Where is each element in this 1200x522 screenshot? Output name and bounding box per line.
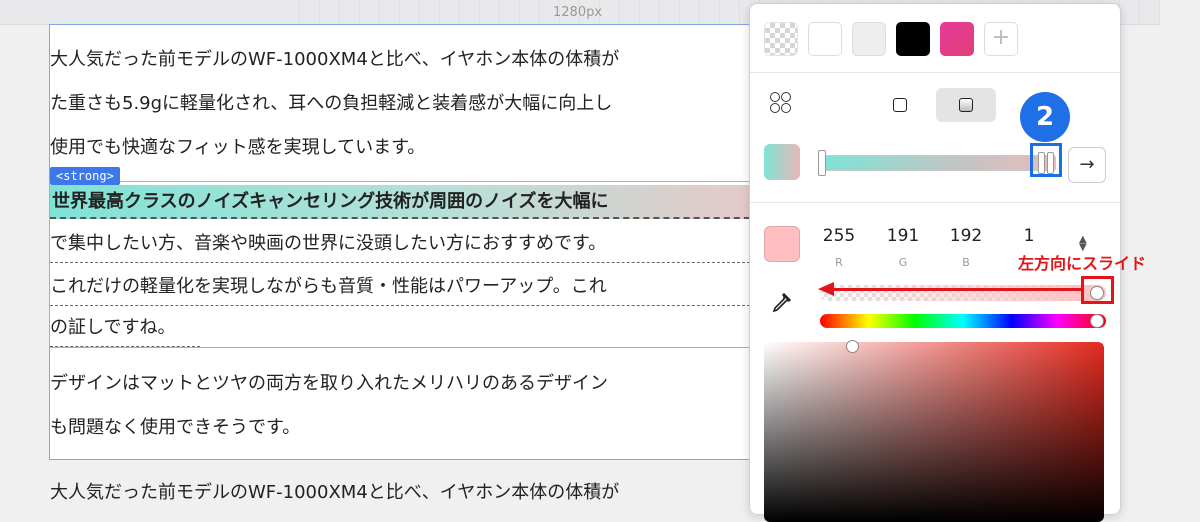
current-color-swatch[interactable] (764, 226, 800, 262)
add-swatch-button[interactable]: + (984, 22, 1018, 56)
underline-dash (50, 346, 200, 347)
paragraph-line: も問題なく使用できそうです。 (50, 417, 301, 438)
paragraph-line: これだけの軽量化を実現しながらも音質・性能はパワーアップ。これ (50, 276, 607, 297)
green-label: G (898, 256, 908, 269)
solid-type-button[interactable] (870, 88, 930, 122)
grid-icon[interactable] (770, 92, 792, 114)
paragraph-line: デザインはマットとツヤの両方を取り入れたメリハリのあるデザイン (50, 373, 608, 394)
gradient-stop-start[interactable] (818, 150, 826, 176)
gradient-direction-button[interactable]: → (1068, 147, 1106, 183)
saturation-value-thumb[interactable] (846, 340, 859, 353)
step-badge: 2 (1020, 92, 1070, 142)
red-value[interactable]: 255 (816, 226, 862, 246)
swatch-black[interactable] (896, 22, 930, 56)
hue-slider[interactable] (820, 314, 1106, 328)
saturation-value-area[interactable] (764, 342, 1104, 522)
hue-slider-thumb[interactable] (1090, 314, 1104, 328)
paragraph-line: 使用でも快適なフィット感を実現しています。 (50, 137, 426, 158)
slide-instruction-label: 左方向にスライド (1018, 254, 1147, 273)
divider (750, 72, 1120, 73)
gradient-square-icon (959, 98, 973, 112)
arrow-left-icon (818, 282, 834, 296)
swatch-light-gray[interactable] (852, 22, 886, 56)
divider (750, 202, 1120, 203)
paragraph-line: た重さも5.9gに軽量化され、耳への負担軽減と装着感が大幅に向上し (50, 93, 613, 114)
blue-value[interactable]: 192 (943, 226, 989, 246)
strong-tag-label: <strong> (50, 167, 120, 185)
blue-label: B (962, 256, 970, 269)
eyedropper-icon[interactable] (770, 292, 792, 314)
underline-dash (50, 262, 750, 263)
highlight-box-blue (1030, 143, 1062, 177)
swatch-white[interactable] (808, 22, 842, 56)
paragraph-line: で集中したい方、音楽や映画の世界に没頭したい方におすすめです。 (50, 233, 607, 254)
swatch-transparent[interactable] (764, 22, 798, 56)
gradient-preview (764, 144, 800, 180)
green-value[interactable]: 191 (880, 226, 926, 246)
arrow-left-line (832, 288, 1084, 291)
red-label: R (835, 256, 843, 269)
alpha-value[interactable]: 1 (1006, 226, 1052, 246)
swatch-pink[interactable] (940, 22, 974, 56)
gradient-bar[interactable] (820, 155, 1056, 171)
paragraph-line: 大人気だった前モデルのWF-1000XM4と比べ、イヤホン本体の体積が (50, 482, 620, 503)
canvas-width-label: 1280px (553, 5, 603, 20)
square-icon (893, 98, 907, 112)
highlight-box-red (1081, 276, 1114, 304)
paragraph-line: の証しですね。 (50, 317, 176, 338)
gradient-type-button[interactable] (936, 88, 996, 122)
paragraph-line: 大人気だった前モデルのWF-1000XM4と比べ、イヤホン本体の体積が (50, 49, 620, 70)
strong-text-highlight[interactable]: 世界最高クラスのノイズキャンセリング技術が周囲のノイズを大幅に (50, 185, 770, 219)
